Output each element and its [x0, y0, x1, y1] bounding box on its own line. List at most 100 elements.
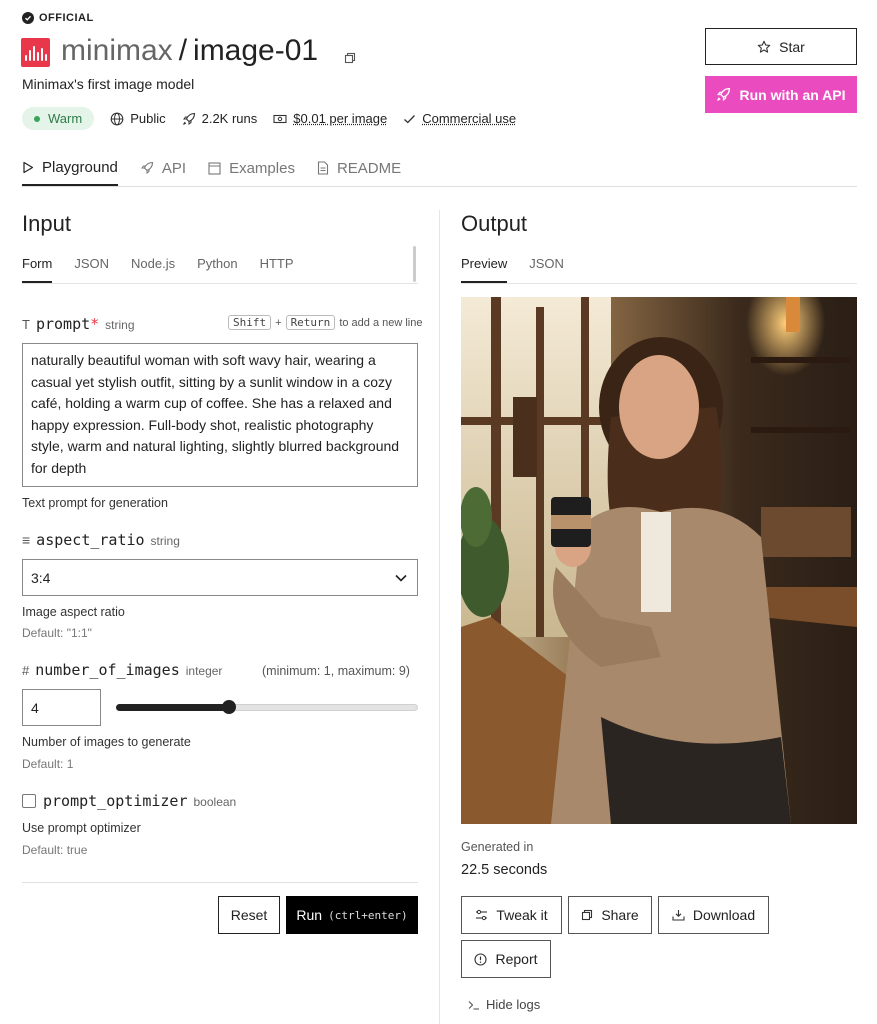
report-label: Report [495, 951, 538, 967]
model-name: image-01 [193, 34, 319, 67]
title-separator: / [178, 34, 188, 67]
official-label: OFFICIAL [39, 12, 94, 24]
tab-api-label: API [161, 159, 187, 177]
play-icon [23, 161, 34, 173]
visibility-label: Public [130, 111, 166, 126]
output-tabs-line [461, 283, 857, 284]
hide-logs-label: Hide logs [486, 997, 541, 1012]
copy-icon [582, 909, 593, 921]
tab-form[interactable]: Form [22, 256, 53, 283]
tweak-button[interactable]: Tweak it [461, 896, 562, 934]
rocket-icon [140, 161, 153, 174]
prompt-optimizer-checkbox[interactable] [22, 794, 36, 808]
prompt-optimizer-default: Default: true [22, 843, 88, 857]
share-button[interactable]: Share [568, 896, 652, 934]
input-heading: Input [22, 211, 71, 236]
status-dot-icon [34, 115, 40, 122]
prompt-optimizer-help: Use prompt optimizer [22, 821, 141, 835]
prompt-optimizer-type: boolean [193, 795, 237, 809]
number-of-images-help: Number of images to generate [22, 735, 191, 749]
prompt-textarea[interactable]: naturally beautiful woman with soft wavy… [22, 343, 418, 487]
tab-python[interactable]: Python [197, 256, 237, 283]
download-icon [672, 910, 685, 921]
tab-json[interactable]: JSON [74, 256, 109, 283]
run-count: 2.2K runs [182, 111, 258, 126]
pricing-link[interactable]: $0.01 per image [273, 111, 387, 126]
owner-link[interactable]: minimax [61, 34, 173, 68]
page-tabs: Playground API Examples README [22, 150, 423, 186]
alert-icon [474, 952, 488, 966]
aspect-ratio-select[interactable]: 3:4 [22, 559, 418, 596]
number-of-images-name: number_of_images [35, 661, 180, 679]
tab-readme[interactable]: README [317, 150, 401, 186]
tab-examples-label: Examples [229, 159, 295, 177]
plus-sign: + [275, 316, 282, 329]
tab-playground[interactable]: Playground [22, 150, 118, 186]
prompt-optimizer-label: prompt_optimizer boolean [43, 792, 236, 810]
tabs-scrollbar[interactable] [413, 246, 416, 282]
prompt-type: string [105, 318, 135, 332]
tab-output-json[interactable]: JSON [529, 256, 564, 283]
minimax-logo [21, 38, 50, 67]
generated-image[interactable] [461, 297, 857, 824]
slider-fill [116, 704, 229, 711]
star-icon [757, 40, 771, 53]
report-button[interactable]: Report [461, 940, 551, 978]
share-label: Share [601, 907, 639, 923]
visibility: Public [110, 111, 166, 126]
generation-time: 22.5 seconds [461, 862, 548, 878]
input-format-tabs: Form JSON Node.js Python HTTP [22, 256, 294, 283]
output-format-tabs: Preview JSON [461, 256, 564, 283]
number-of-images-label: # number_of_images integer [22, 661, 222, 679]
run-label: Run [296, 907, 323, 923]
image-icon [208, 161, 221, 175]
terminal-icon [468, 1000, 479, 1010]
model-description: Minimax's first image model [22, 76, 195, 92]
hide-logs-toggle[interactable]: Hide logs [468, 997, 540, 1012]
star-label: Star [779, 38, 805, 55]
tab-api[interactable]: API [140, 150, 186, 186]
run-button[interactable]: Run (ctrl+enter) [286, 896, 418, 934]
official-badge: OFFICIAL [22, 12, 94, 24]
run-with-api-button[interactable]: Run with an API [705, 76, 857, 113]
check-icon [404, 114, 416, 123]
tab-preview[interactable]: Preview [461, 256, 508, 283]
generated-in-label: Generated in [461, 840, 534, 854]
number-of-images-default: Default: 1 [22, 757, 74, 771]
tab-nodejs[interactable]: Node.js [131, 256, 175, 283]
copy-icon[interactable] [344, 51, 356, 64]
input-tabs-line [22, 283, 418, 284]
number-of-images-range: (minimum: 1, maximum: 9) [262, 664, 410, 678]
rocket-icon [182, 112, 195, 125]
download-button[interactable]: Download [658, 896, 769, 934]
tab-examples[interactable]: Examples [208, 150, 295, 186]
aspect-ratio-label: ≡ aspect_ratio string [22, 531, 180, 549]
aspect-ratio-default: Default: "1:1" [22, 626, 92, 640]
star-button[interactable]: Star [705, 28, 857, 65]
reset-button[interactable]: Reset [218, 896, 280, 934]
document-icon [317, 161, 328, 175]
prompt-label: T prompt* string [22, 315, 135, 333]
prompt-help: Text prompt for generation [22, 496, 168, 510]
status-label: Warm [48, 111, 83, 126]
sliders-icon [476, 909, 488, 921]
column-divider [439, 210, 440, 1024]
slider-thumb[interactable] [222, 700, 236, 714]
list-icon: ≡ [22, 532, 31, 548]
output-heading: Output [461, 211, 528, 236]
return-key: Return [285, 315, 336, 330]
status-badge: Warm [22, 107, 95, 130]
form-actions-divider [22, 882, 418, 883]
number-of-images-input[interactable]: 4 [22, 689, 101, 726]
pricing-label: $0.01 per image [293, 111, 388, 126]
run-with-api-label: Run with an API [739, 86, 846, 103]
tab-http[interactable]: HTTP [260, 256, 294, 283]
run-shortcut-hint: (ctrl+enter) [328, 908, 408, 922]
model-meta: Warm Public 2.2K runs $0.01 per image Co… [22, 107, 516, 130]
run-count-label: 2.2K runs [201, 111, 258, 126]
shift-key: Shift [228, 315, 272, 330]
hash-icon: # [22, 663, 30, 678]
aspect-ratio-value: 3:4 [31, 569, 51, 586]
license-link[interactable]: Commercial use [403, 111, 516, 126]
download-label: Download [692, 907, 756, 923]
